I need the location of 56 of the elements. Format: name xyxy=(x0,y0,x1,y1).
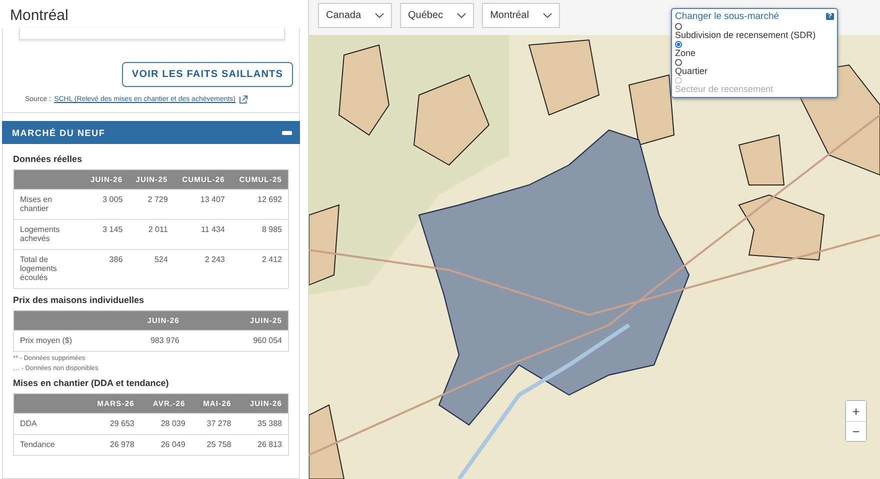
table-cell: 2 011 xyxy=(128,220,174,250)
table-cell: 25 758 xyxy=(191,434,238,456)
table-cell: 29 653 xyxy=(84,414,140,434)
popup-title: Changer le sous-marché xyxy=(675,11,780,22)
map-region[interactable] xyxy=(528,39,600,116)
table-cell: 35 388 xyxy=(237,414,288,434)
radio-button[interactable] xyxy=(675,59,682,66)
table-cell: 28 039 xyxy=(140,414,192,434)
radio-button[interactable] xyxy=(675,23,682,30)
row-label: Logements achevés xyxy=(14,220,84,250)
section-header[interactable]: MARCHÉ DU NEUF xyxy=(2,121,300,144)
table-title: Données réelles xyxy=(13,154,84,164)
table-cell: 960 054 xyxy=(185,330,288,352)
row-label: Tendance xyxy=(14,434,84,456)
chevron-down-icon xyxy=(457,13,466,18)
location-dropdown[interactable]: Montréal xyxy=(482,3,560,28)
table-cell: 2 729 xyxy=(128,190,174,220)
row-label: DDA xyxy=(14,414,84,434)
map-region[interactable] xyxy=(738,134,785,186)
chevron-down-icon xyxy=(542,13,552,18)
table-cell: 37 278 xyxy=(191,414,238,434)
row-label: Prix moyen ($) xyxy=(14,330,84,352)
highlights-button[interactable]: VOIR LES FAITS SAILLANTS xyxy=(122,62,293,87)
submarket-option[interactable]: Subdivision de recensement (SDR) xyxy=(675,23,834,40)
table-cell: 11 434 xyxy=(174,220,231,250)
table-cell: 524 xyxy=(128,250,174,288)
row-label: Total de logements écoulés xyxy=(14,250,84,288)
table-cell: 386 xyxy=(84,250,129,288)
table-cell: 13 407 xyxy=(174,190,231,220)
table-cell: 26 813 xyxy=(237,434,288,456)
table-title: Mises en chantier (DDA et tendance) xyxy=(13,378,170,388)
row-label: Mises en chantier xyxy=(14,190,84,220)
chevron-down-icon xyxy=(375,13,384,18)
location-dropdown[interactable]: Québec xyxy=(400,3,474,28)
table-cell: 3 145 xyxy=(84,220,129,250)
collapse-icon xyxy=(282,130,292,134)
radio-button[interactable] xyxy=(675,41,682,48)
table-cell: 2 412 xyxy=(230,250,288,288)
map-region[interactable] xyxy=(738,194,825,261)
table-title: Prix des maisons individuelles xyxy=(13,295,146,305)
region-title: Montréal xyxy=(9,6,70,26)
location-dropdown[interactable]: Canada xyxy=(318,3,392,28)
table-cell: 12 692 xyxy=(230,190,288,220)
table-cell: 26 978 xyxy=(84,434,140,456)
map-region[interactable] xyxy=(338,44,390,136)
table-cell: 983 976 xyxy=(84,330,186,352)
external-link-icon xyxy=(238,95,248,104)
table-cell: 8 985 xyxy=(230,220,288,250)
submarket-option[interactable]: Zone xyxy=(675,41,834,58)
table-cell: 3 005 xyxy=(84,190,129,220)
map-region[interactable] xyxy=(628,74,675,146)
table-cell: 26 049 xyxy=(140,434,192,456)
submarket-option[interactable]: Quartier xyxy=(675,59,834,76)
map-region[interactable] xyxy=(413,74,490,166)
zoom-out-button[interactable]: − xyxy=(846,421,866,441)
table-cell: 2 243 xyxy=(174,250,231,288)
